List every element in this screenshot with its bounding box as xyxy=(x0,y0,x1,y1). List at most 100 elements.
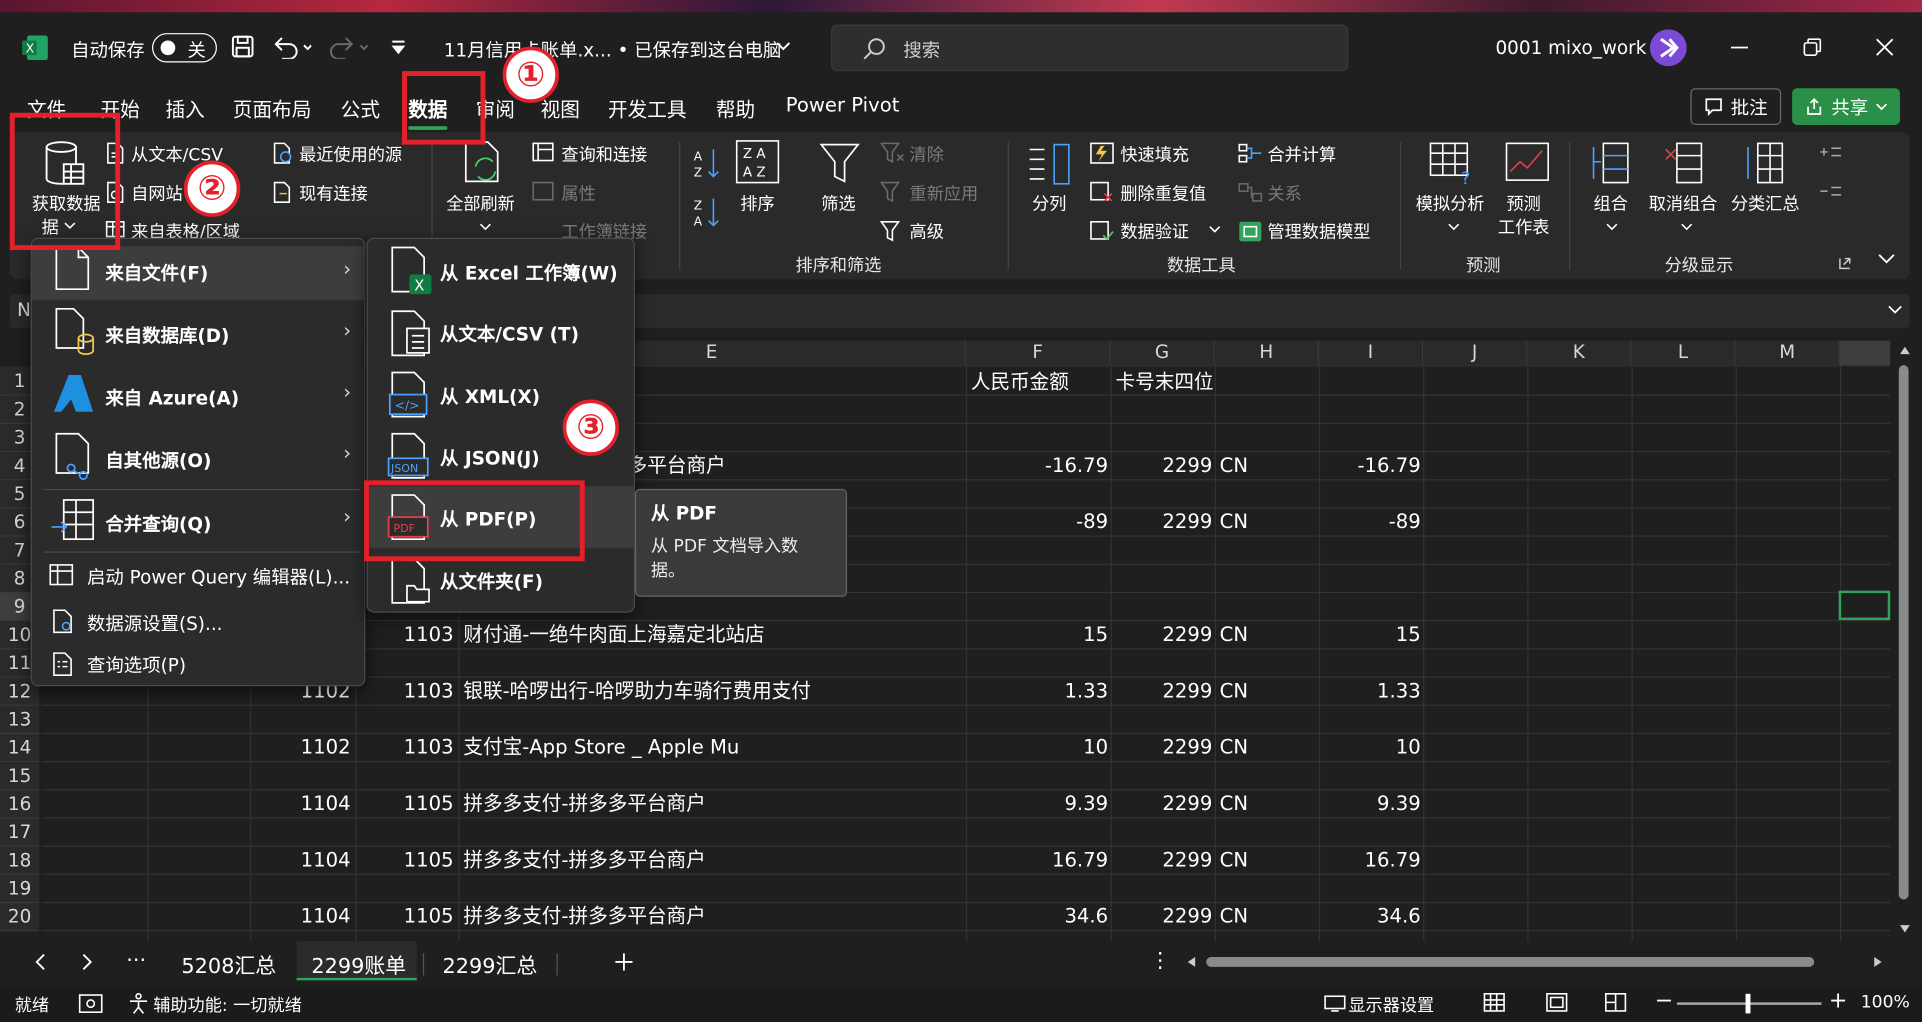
expand-formula-bar-icon[interactable] xyxy=(1888,305,1903,315)
cell-e10[interactable]: 财付通-一绝牛肉面上海嘉定北站店 xyxy=(463,621,953,648)
queries-connections-button[interactable]: 查询和连接 xyxy=(561,142,647,167)
menu-item-from-azure[interactable]: 来自 Azure(A) xyxy=(105,385,239,411)
tab-developer[interactable]: 开发工具 xyxy=(608,93,686,122)
undo-icon[interactable] xyxy=(272,34,312,59)
cell-e4[interactable]: 多平台商户 xyxy=(628,452,726,479)
menu-item-query-options[interactable]: 查询选项(P) xyxy=(87,652,186,678)
existing-connections-button[interactable]: 现有连接 xyxy=(299,181,368,206)
row-header[interactable]: 14 xyxy=(0,734,40,763)
show-detail-icon[interactable] xyxy=(1819,145,1842,160)
column-header-m[interactable]: M xyxy=(1735,340,1840,366)
cell-d20[interactable]: 1105 xyxy=(355,903,454,930)
vertical-scrollbar[interactable] xyxy=(1892,343,1918,942)
cell-h12[interactable]: CN xyxy=(1220,678,1318,705)
previous-sheet-icon[interactable] xyxy=(34,953,46,970)
name-box[interactable]: N xyxy=(17,299,31,321)
from-web-button[interactable]: 自网站 xyxy=(131,181,182,206)
cell-g1[interactable]: 卡号末四位 xyxy=(1115,369,1213,396)
dialog-launcher-icon[interactable] xyxy=(1839,257,1851,270)
menu-item-from-database[interactable]: 来自数据库(D) xyxy=(105,322,229,348)
split-button[interactable]: 分列 xyxy=(1032,191,1066,216)
display-settings-icon[interactable] xyxy=(1324,995,1346,1012)
cell-f6[interactable]: -89 xyxy=(966,509,1108,536)
properties-button[interactable]: 属性 xyxy=(561,181,595,206)
menu-item-data-source-settings[interactable]: 数据源设置(S)... xyxy=(87,610,222,636)
reapply-button[interactable]: 重新应用 xyxy=(910,181,979,206)
cell-h6[interactable]: CN xyxy=(1220,509,1248,536)
tab-formulas[interactable]: 公式 xyxy=(341,93,380,122)
column-header-j[interactable]: J xyxy=(1423,340,1528,366)
menu-item-other-sources[interactable]: 自其他源(O) xyxy=(105,447,211,473)
menu-item-from-xml[interactable]: 从 XML(X) xyxy=(440,384,540,410)
column-header-g[interactable]: G xyxy=(1110,340,1215,366)
what-if-button[interactable]: 模拟分析 xyxy=(1416,191,1485,216)
row-header[interactable]: 18 xyxy=(0,846,40,875)
share-button[interactable]: 共享 xyxy=(1792,88,1900,125)
column-header-f[interactable]: F xyxy=(965,340,1111,366)
cell-f4[interactable]: -16.79 xyxy=(966,452,1108,479)
cell-g6[interactable]: 2299 xyxy=(1111,509,1212,536)
recent-sources-button[interactable]: 最近使用的源 xyxy=(299,142,402,167)
autosave-toggle[interactable]: 关 xyxy=(151,33,217,63)
status-display-settings[interactable]: 显示器设置 xyxy=(1348,993,1434,1018)
cell-c18[interactable]: 1104 xyxy=(250,847,351,874)
save-icon[interactable] xyxy=(230,34,255,59)
refresh-all-button[interactable]: 全部刷新 xyxy=(446,191,515,216)
data-validation-button[interactable]: 数据验证 xyxy=(1120,219,1189,244)
zoom-out-button[interactable]: − xyxy=(1655,988,1674,1014)
menu-item-from-folder[interactable]: 从文件夹(F) xyxy=(440,569,543,595)
cell-i14[interactable]: 10 xyxy=(1319,734,1421,761)
cell-h10[interactable]: CN xyxy=(1220,621,1318,648)
close-icon[interactable] xyxy=(1875,38,1894,56)
cell-g18[interactable]: 2299 xyxy=(1111,847,1212,874)
avatar[interactable] xyxy=(1649,29,1687,67)
sort-ascending-icon[interactable]: AZ xyxy=(691,147,720,181)
ungroup-button[interactable]: 取消组合 xyxy=(1649,191,1718,216)
cell-c20[interactable]: 1104 xyxy=(250,903,351,930)
cell-f14[interactable]: 10 xyxy=(966,734,1108,761)
accessibility-icon[interactable] xyxy=(127,993,149,1015)
remove-duplicates-button[interactable]: 删除重复值 xyxy=(1120,181,1206,206)
cell-c14[interactable]: 1102 xyxy=(250,734,351,761)
zoom-slider-thumb[interactable] xyxy=(1745,993,1751,1014)
next-sheet-icon[interactable] xyxy=(81,953,93,970)
advanced-button[interactable]: 高级 xyxy=(910,219,944,244)
cell-g10[interactable]: 2299 xyxy=(1111,621,1212,648)
document-title[interactable]: 11月信用卡账单.x... • 已保存到这台电脑 xyxy=(444,37,782,63)
row-header[interactable]: 16 xyxy=(0,790,40,819)
scroll-down-icon[interactable] xyxy=(1899,924,1911,934)
column-header-i[interactable]: I xyxy=(1318,340,1424,366)
cell-i12[interactable]: 1.33 xyxy=(1319,678,1421,705)
cell-i16[interactable]: 9.39 xyxy=(1319,790,1421,817)
cell-f12[interactable]: 1.33 xyxy=(966,678,1108,705)
row-header[interactable]: 17 xyxy=(0,818,40,847)
consolidate-button[interactable]: 合并计算 xyxy=(1267,142,1336,167)
cell-f20[interactable]: 34.6 xyxy=(966,903,1108,930)
column-header-k[interactable]: K xyxy=(1527,340,1632,366)
menu-item-power-query[interactable]: 启动 Power Query 编辑器(L)... xyxy=(87,564,350,590)
relationships-button[interactable]: 关系 xyxy=(1267,181,1301,206)
cell-e18[interactable]: 拼多多支付-拼多多平台商户 xyxy=(463,847,953,874)
manage-data-model-button[interactable]: 管理数据模型 xyxy=(1267,219,1370,244)
minimize-icon[interactable] xyxy=(1730,46,1748,49)
cell-i6[interactable]: -89 xyxy=(1319,509,1421,536)
menu-item-from-file[interactable]: 来自文件(F) xyxy=(105,260,208,286)
comments-button[interactable]: 批注 xyxy=(1690,88,1782,125)
chevron-down-icon[interactable] xyxy=(775,40,792,52)
more-sheets-button[interactable]: ··· xyxy=(126,948,146,973)
group-button[interactable]: 组合 xyxy=(1594,191,1628,216)
row-header[interactable]: 13 xyxy=(0,705,40,735)
cell-h20[interactable]: CN xyxy=(1220,903,1318,930)
customize-toolbar-icon[interactable] xyxy=(390,39,407,56)
clear-button[interactable]: 清除 xyxy=(910,142,944,167)
cell-g20[interactable]: 2299 xyxy=(1111,903,1212,930)
cell-h14[interactable]: CN xyxy=(1220,734,1318,761)
collapse-ribbon-icon[interactable] xyxy=(1878,252,1895,264)
cell-d18[interactable]: 1105 xyxy=(355,847,454,874)
menu-item-from-json[interactable]: 从 JSON(J) xyxy=(440,445,540,471)
cell-i18[interactable]: 16.79 xyxy=(1319,847,1421,874)
cell-d10[interactable]: 1103 xyxy=(355,621,454,648)
horizontal-scrollbar[interactable] xyxy=(1184,951,1890,973)
cell-h18[interactable]: CN xyxy=(1220,847,1318,874)
cell-e20[interactable]: 拼多多支付-拼多多平台商户 xyxy=(463,903,953,930)
